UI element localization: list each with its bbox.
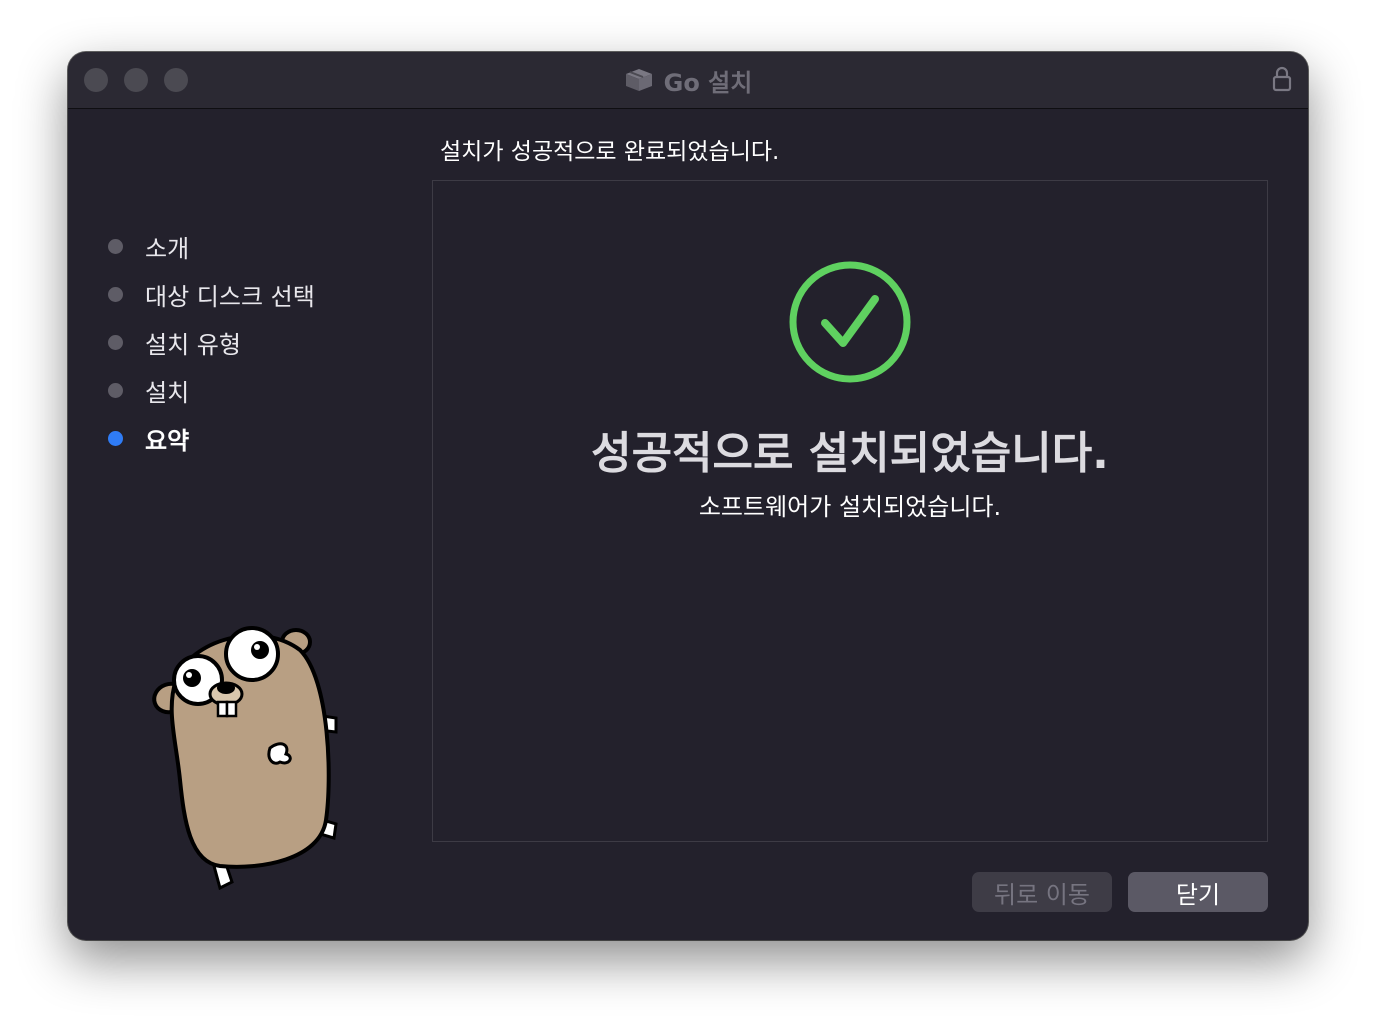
step-label: 요약 bbox=[145, 426, 190, 455]
step-indicator-dot bbox=[108, 238, 123, 254]
step-indicator-dot bbox=[108, 334, 123, 350]
step-indicator-dot bbox=[108, 286, 123, 302]
step-label: 설치 bbox=[145, 378, 190, 407]
title-bar: Go 설치 bbox=[68, 52, 1308, 109]
success-subtitle: 소프트웨어가 설치되었습니다. bbox=[698, 493, 1002, 521]
back-button[interactable]: 뒤로 이동 bbox=[972, 872, 1112, 912]
step-destination-select: 대상 디스크 선택 bbox=[108, 270, 315, 318]
step-label: 대상 디스크 선택 bbox=[145, 282, 315, 311]
step-installation-type: 설치 유형 bbox=[108, 318, 315, 366]
step-introduction: 소개 bbox=[108, 222, 315, 270]
checkmark-circle-icon bbox=[789, 261, 911, 383]
package-icon bbox=[625, 69, 652, 91]
window-title: Go 설치 bbox=[663, 68, 753, 97]
step-label: 소개 bbox=[145, 234, 190, 263]
close-button[interactable]: 닫기 bbox=[1128, 872, 1268, 912]
step-indicator-dot bbox=[108, 382, 123, 398]
step-label: 설치 유형 bbox=[145, 330, 241, 359]
installer-steps-list: 소개 대상 디스크 선택 설치 유형 설치 요약 bbox=[108, 222, 315, 462]
summary-panel: 성공적으로 설치되었습니다. 소프트웨어가 설치되었습니다. bbox=[432, 180, 1268, 842]
step-installation: 설치 bbox=[108, 366, 315, 414]
installer-window: Go 설치 설치가 성공적으로 완료되었습니다. 소개 대상 디스크 선택 설치… bbox=[68, 52, 1308, 940]
status-heading: 설치가 성공적으로 완료되었습니다. bbox=[440, 139, 780, 165]
lock-icon bbox=[1272, 66, 1292, 92]
success-title: 성공적으로 설치되었습니다. bbox=[591, 428, 1109, 479]
go-gopher-mascot bbox=[152, 626, 338, 890]
step-indicator-dot-active bbox=[108, 430, 123, 446]
step-summary: 요약 bbox=[108, 414, 315, 462]
window-title-group: Go 설치 bbox=[68, 62, 1308, 98]
